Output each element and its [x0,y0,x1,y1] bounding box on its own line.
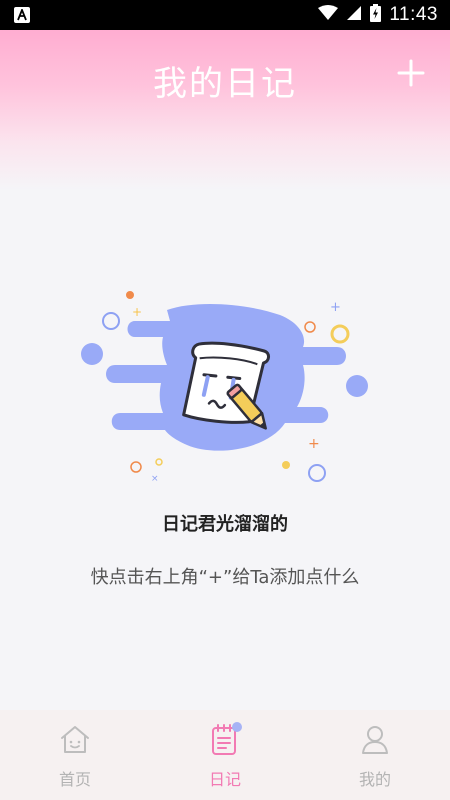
plus-icon [397,59,425,87]
diary-icon [208,722,242,756]
page-title: 我的日记 [153,64,297,104]
status-left [14,7,30,23]
add-diary-button[interactable] [394,56,428,90]
tab-profile[interactable]: 我的 [300,710,450,800]
svg-text:+: + [308,436,320,452]
app-icon [14,7,30,23]
empty-state-title: 日记君光溜溜的 [162,514,288,535]
empty-state-hint: 快点击右上角“+”给Ta添加点什么 [90,567,360,588]
wifi-icon [318,5,339,25]
tab-diary[interactable]: 日记 [150,710,300,800]
status-right: 11:43 [318,4,438,26]
profile-icon [358,722,392,756]
battery-charging-icon [370,4,382,26]
notification-dot [232,722,242,732]
sad-notebook-pencil-icon: + + + × [81,291,368,484]
svg-text:×: × [151,474,159,484]
svg-text:+: + [132,305,142,319]
tab-label-diary: 日记 [208,770,241,789]
status-bar: 11:43 [0,0,450,30]
signal-icon [346,5,362,25]
tab-label-home: 首页 [58,770,91,789]
status-time: 11:43 [389,4,438,25]
header: 我的日记 [0,30,450,190]
svg-text:+: + [330,300,341,315]
home-icon [58,722,92,756]
bottom-tab-bar: 首页 日记 我的 [0,710,450,800]
tab-home[interactable]: 首页 [0,710,150,800]
tab-label-profile: 我的 [358,770,391,789]
